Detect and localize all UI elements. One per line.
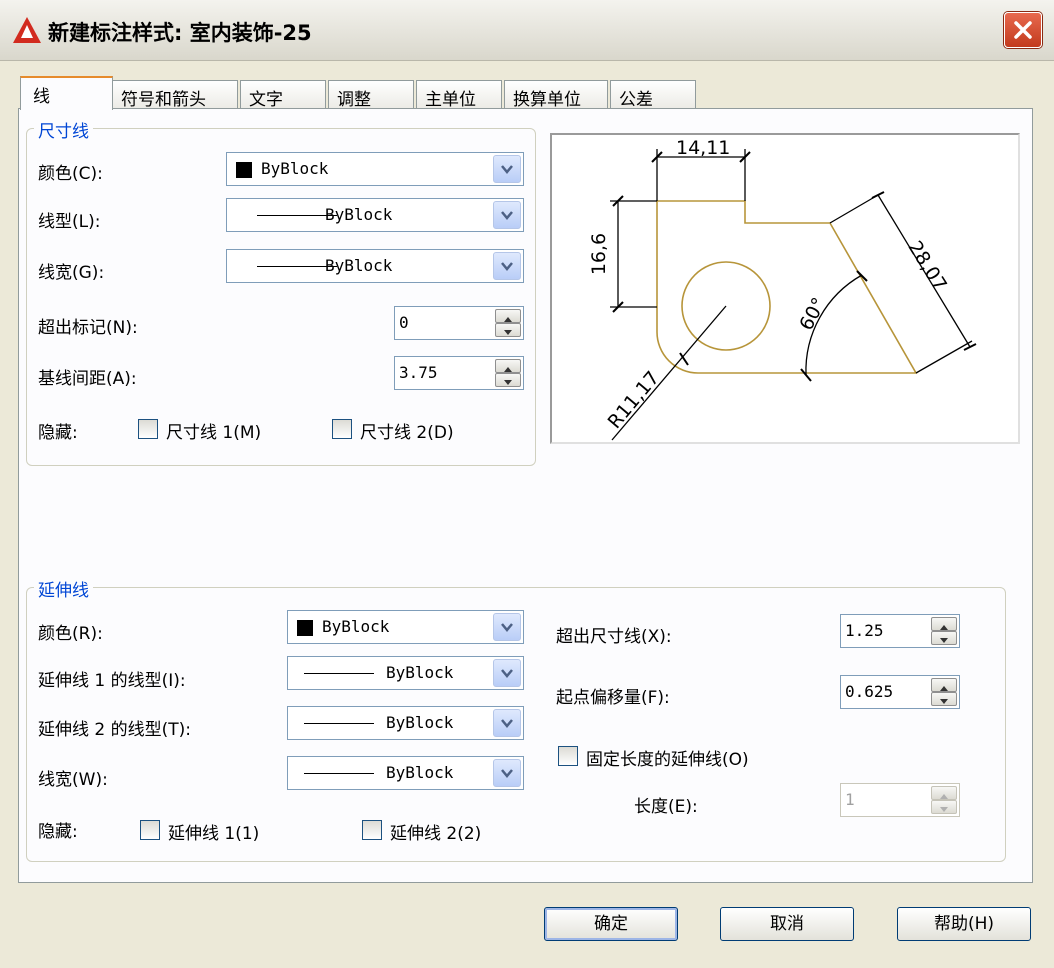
spinner-value: 1 — [845, 790, 855, 809]
ok-button[interactable]: 确定 — [544, 907, 678, 941]
chevron-down-icon[interactable] — [493, 613, 521, 641]
preview-dim-top-text: 14,11 — [676, 137, 731, 159]
color-swatch — [236, 162, 252, 178]
tab-label: 线 — [33, 87, 50, 107]
origin-offset-label: 起点偏移量(F): — [556, 688, 670, 708]
tab-text[interactable]: 文字 — [240, 80, 326, 110]
chevron-down-icon[interactable] — [493, 659, 521, 687]
chevron-down-icon[interactable] — [493, 709, 521, 737]
line-sample — [304, 773, 374, 774]
combo-value: ByBlock — [322, 617, 390, 636]
dimension-lines-legend: 尺寸线 — [34, 117, 93, 142]
ext-linetype1-select[interactable]: ByBlock — [287, 656, 524, 690]
close-button[interactable] — [1004, 12, 1042, 48]
ext-linetype2-select[interactable]: ByBlock — [287, 706, 524, 740]
spin-down-icon[interactable] — [495, 373, 521, 387]
suppress-ext-line-1-checkbox[interactable] — [140, 820, 160, 840]
dim-linetype-select[interactable]: ByBlock — [226, 198, 524, 232]
tab-label: 符号和箭头 — [121, 90, 206, 110]
combo-value: ByBlock — [261, 159, 329, 178]
spin-up-icon[interactable] — [931, 678, 957, 692]
ext-linetype1-label: 延伸线 1 的线型(I): — [38, 671, 186, 691]
spin-down-icon[interactable] — [931, 692, 957, 706]
length-spinner[interactable]: 1 — [840, 783, 960, 817]
spin-up-icon[interactable] — [931, 617, 957, 631]
dimension-preview: 14,11 16,6 28,07 60° R11,17 — [550, 133, 1020, 444]
spinner-value: 0 — [399, 313, 409, 332]
suppress-dim-line-1-checkbox[interactable] — [138, 419, 158, 439]
spin-up-icon[interactable] — [495, 359, 521, 373]
preview-dimension-lines — [610, 149, 973, 441]
preview-part-outline — [656, 200, 918, 374]
spinner-value: 0.625 — [845, 682, 894, 701]
tab-symbols-arrows[interactable]: 符号和箭头 — [112, 80, 238, 110]
extension-lines-legend: 延伸线 — [34, 576, 93, 601]
dim-color-select[interactable]: ByBlock — [226, 152, 524, 186]
ext-linetype2-label: 延伸线 2 的线型(T): — [38, 720, 191, 740]
tab-primary-units[interactable]: 主单位 — [416, 80, 502, 110]
fixed-length-checkbox[interactable] — [558, 746, 578, 766]
spin-up-icon[interactable] — [931, 786, 957, 800]
extend-beyond-spinner[interactable]: 1.25 — [840, 614, 960, 648]
ext-color-label: 颜色(R): — [38, 624, 103, 644]
suppress-ext-line-1-label[interactable]: 延伸线 1(1) — [168, 819, 259, 844]
spin-down-icon[interactable] — [931, 631, 957, 645]
suppress-ext-line-2-label[interactable]: 延伸线 2(2) — [390, 819, 481, 844]
baseline-spacing-spinner[interactable]: 3.75 — [394, 356, 524, 390]
tab-tolerances[interactable]: 公差 — [610, 80, 696, 110]
spinner-value: 1.25 — [845, 621, 884, 640]
suppress-dim-line-1-label[interactable]: 尺寸线 1(M) — [166, 418, 261, 443]
ext-lineweight-label: 线宽(W): — [38, 770, 108, 790]
ext-color-select[interactable]: ByBlock — [287, 610, 524, 644]
tab-label: 调整 — [337, 90, 371, 110]
extend-ticks-label: 超出标记(N): — [38, 318, 138, 338]
combo-value: ByBlock — [386, 663, 454, 682]
chevron-down-icon[interactable] — [493, 155, 521, 183]
dim-color-label: 颜色(C): — [38, 164, 103, 184]
chevron-down-icon[interactable] — [493, 759, 521, 787]
dim-lineweight-label: 线宽(G): — [38, 263, 105, 283]
extend-beyond-label: 超出尺寸线(X): — [556, 627, 672, 647]
color-swatch — [297, 620, 313, 636]
tab-label: 换算单位 — [513, 90, 581, 110]
ext-suppress-label: 隐藏: — [38, 822, 78, 842]
length-label: 长度(E): — [634, 797, 698, 817]
tab-fit[interactable]: 调整 — [328, 80, 414, 110]
tab-label: 公差 — [619, 90, 653, 110]
tab-alternate-units[interactable]: 换算单位 — [504, 80, 608, 110]
autocad-logo-icon — [12, 16, 42, 49]
window-title: 新建标注样式: 室内装饰-25 — [48, 21, 312, 45]
combo-value: ByBlock — [386, 763, 454, 782]
dim-linetype-label: 线型(L): — [38, 212, 101, 232]
tab-label: 主单位 — [425, 90, 476, 110]
cancel-button[interactable]: 取消 — [720, 907, 854, 941]
spin-up-icon[interactable] — [495, 309, 521, 323]
dim-lineweight-select[interactable]: ByBlock — [226, 249, 524, 283]
combo-value: ByBlock — [325, 205, 393, 224]
combo-value: ByBlock — [386, 713, 454, 732]
combo-value: ByBlock — [325, 256, 393, 275]
suppress-dim-line-2-label[interactable]: 尺寸线 2(D) — [360, 418, 454, 443]
tab-lines[interactable]: 线 — [20, 76, 113, 110]
title-bar: 新建标注样式: 室内装饰-25 — [0, 0, 1054, 61]
tab-label: 文字 — [249, 90, 283, 110]
spin-down-icon[interactable] — [931, 800, 957, 814]
suppress-ext-line-2-checkbox[interactable] — [362, 820, 382, 840]
chevron-down-icon[interactable] — [493, 201, 521, 229]
suppress-dim-line-2-checkbox[interactable] — [332, 419, 352, 439]
baseline-spacing-label: 基线间距(A): — [38, 369, 137, 389]
spinner-value: 3.75 — [399, 363, 438, 382]
line-sample — [304, 723, 374, 724]
extend-ticks-spinner[interactable]: 0 — [394, 306, 524, 340]
help-button[interactable]: 帮助(H) — [897, 907, 1031, 941]
origin-offset-spinner[interactable]: 0.625 — [840, 675, 960, 709]
spin-down-icon[interactable] — [495, 323, 521, 337]
preview-dim-left-text: 16,6 — [588, 232, 611, 276]
dim-suppress-label: 隐藏: — [38, 423, 78, 443]
ext-lineweight-select[interactable]: ByBlock — [287, 756, 524, 790]
line-sample — [304, 673, 374, 674]
chevron-down-icon[interactable] — [493, 252, 521, 280]
fixed-length-label[interactable]: 固定长度的延伸线(O) — [586, 745, 749, 770]
close-icon — [1014, 21, 1032, 39]
